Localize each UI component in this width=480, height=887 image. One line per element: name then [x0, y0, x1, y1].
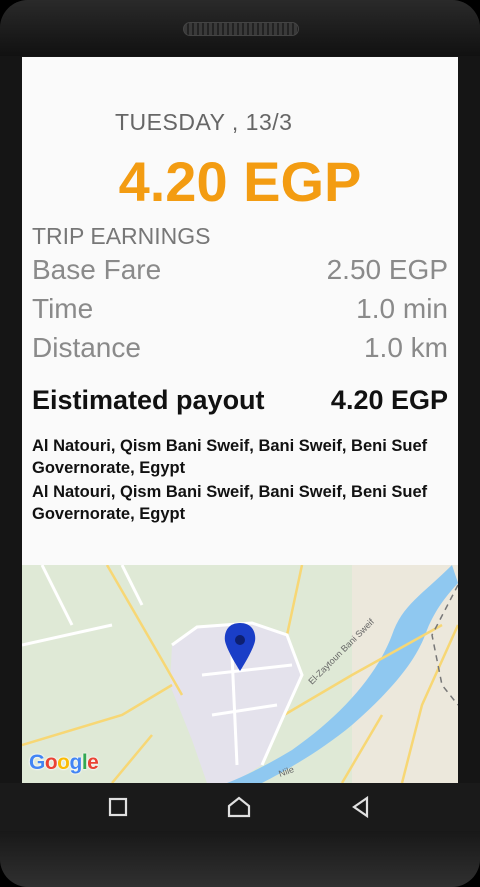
row-value: 1.0 min	[356, 293, 448, 324]
row-label: Distance	[32, 332, 141, 363]
google-logo: Google	[29, 751, 99, 774]
trip-map[interactable]: El-Zaytoun Bani Sweif Nile Google	[22, 565, 458, 783]
system-nav-bar	[0, 783, 480, 831]
dropoff-address: Al Natouri, Qism Bani Sweif, Bani Sweif,…	[32, 483, 428, 523]
home-button[interactable]	[219, 791, 259, 823]
payout-value: 4.20 EGP	[330, 385, 448, 415]
phone-frame: TUESDAY , 13/3 4.20 EGP TRIP EARNINGS Ba…	[0, 0, 480, 887]
fare-row-distance: Distance 1.0 km	[32, 332, 448, 368]
trip-total: 4.20 EGP	[118, 150, 362, 213]
square-icon	[108, 797, 128, 817]
recent-apps-button[interactable]	[98, 791, 138, 823]
row-label: Base Fare	[32, 254, 162, 285]
fare-row-base: Base Fare 2.50 EGP	[32, 254, 448, 290]
trip-date: TUESDAY , 13/3	[115, 109, 293, 135]
home-icon	[227, 796, 251, 818]
payout-row: Eistimated payout 4.20 EGP	[32, 385, 448, 421]
row-value: 1.0 km	[363, 332, 448, 363]
row-value: 2.50 EGP	[326, 254, 448, 285]
fare-row-time: Time 1.0 min	[32, 293, 448, 329]
back-button[interactable]	[341, 791, 381, 823]
speaker-grille	[183, 22, 299, 36]
phone-top-bezel	[0, 0, 480, 56]
back-icon	[352, 795, 369, 819]
screen: TUESDAY , 13/3 4.20 EGP TRIP EARNINGS Ba…	[22, 57, 458, 783]
payout-label: Eistimated payout	[32, 385, 265, 415]
phone-bottom-bezel	[0, 831, 480, 887]
pickup-address: Al Natouri, Qism Bani Sweif, Bani Sweif,…	[32, 437, 428, 477]
row-label: Time	[32, 293, 94, 324]
section-title: TRIP EARNINGS	[32, 223, 211, 249]
